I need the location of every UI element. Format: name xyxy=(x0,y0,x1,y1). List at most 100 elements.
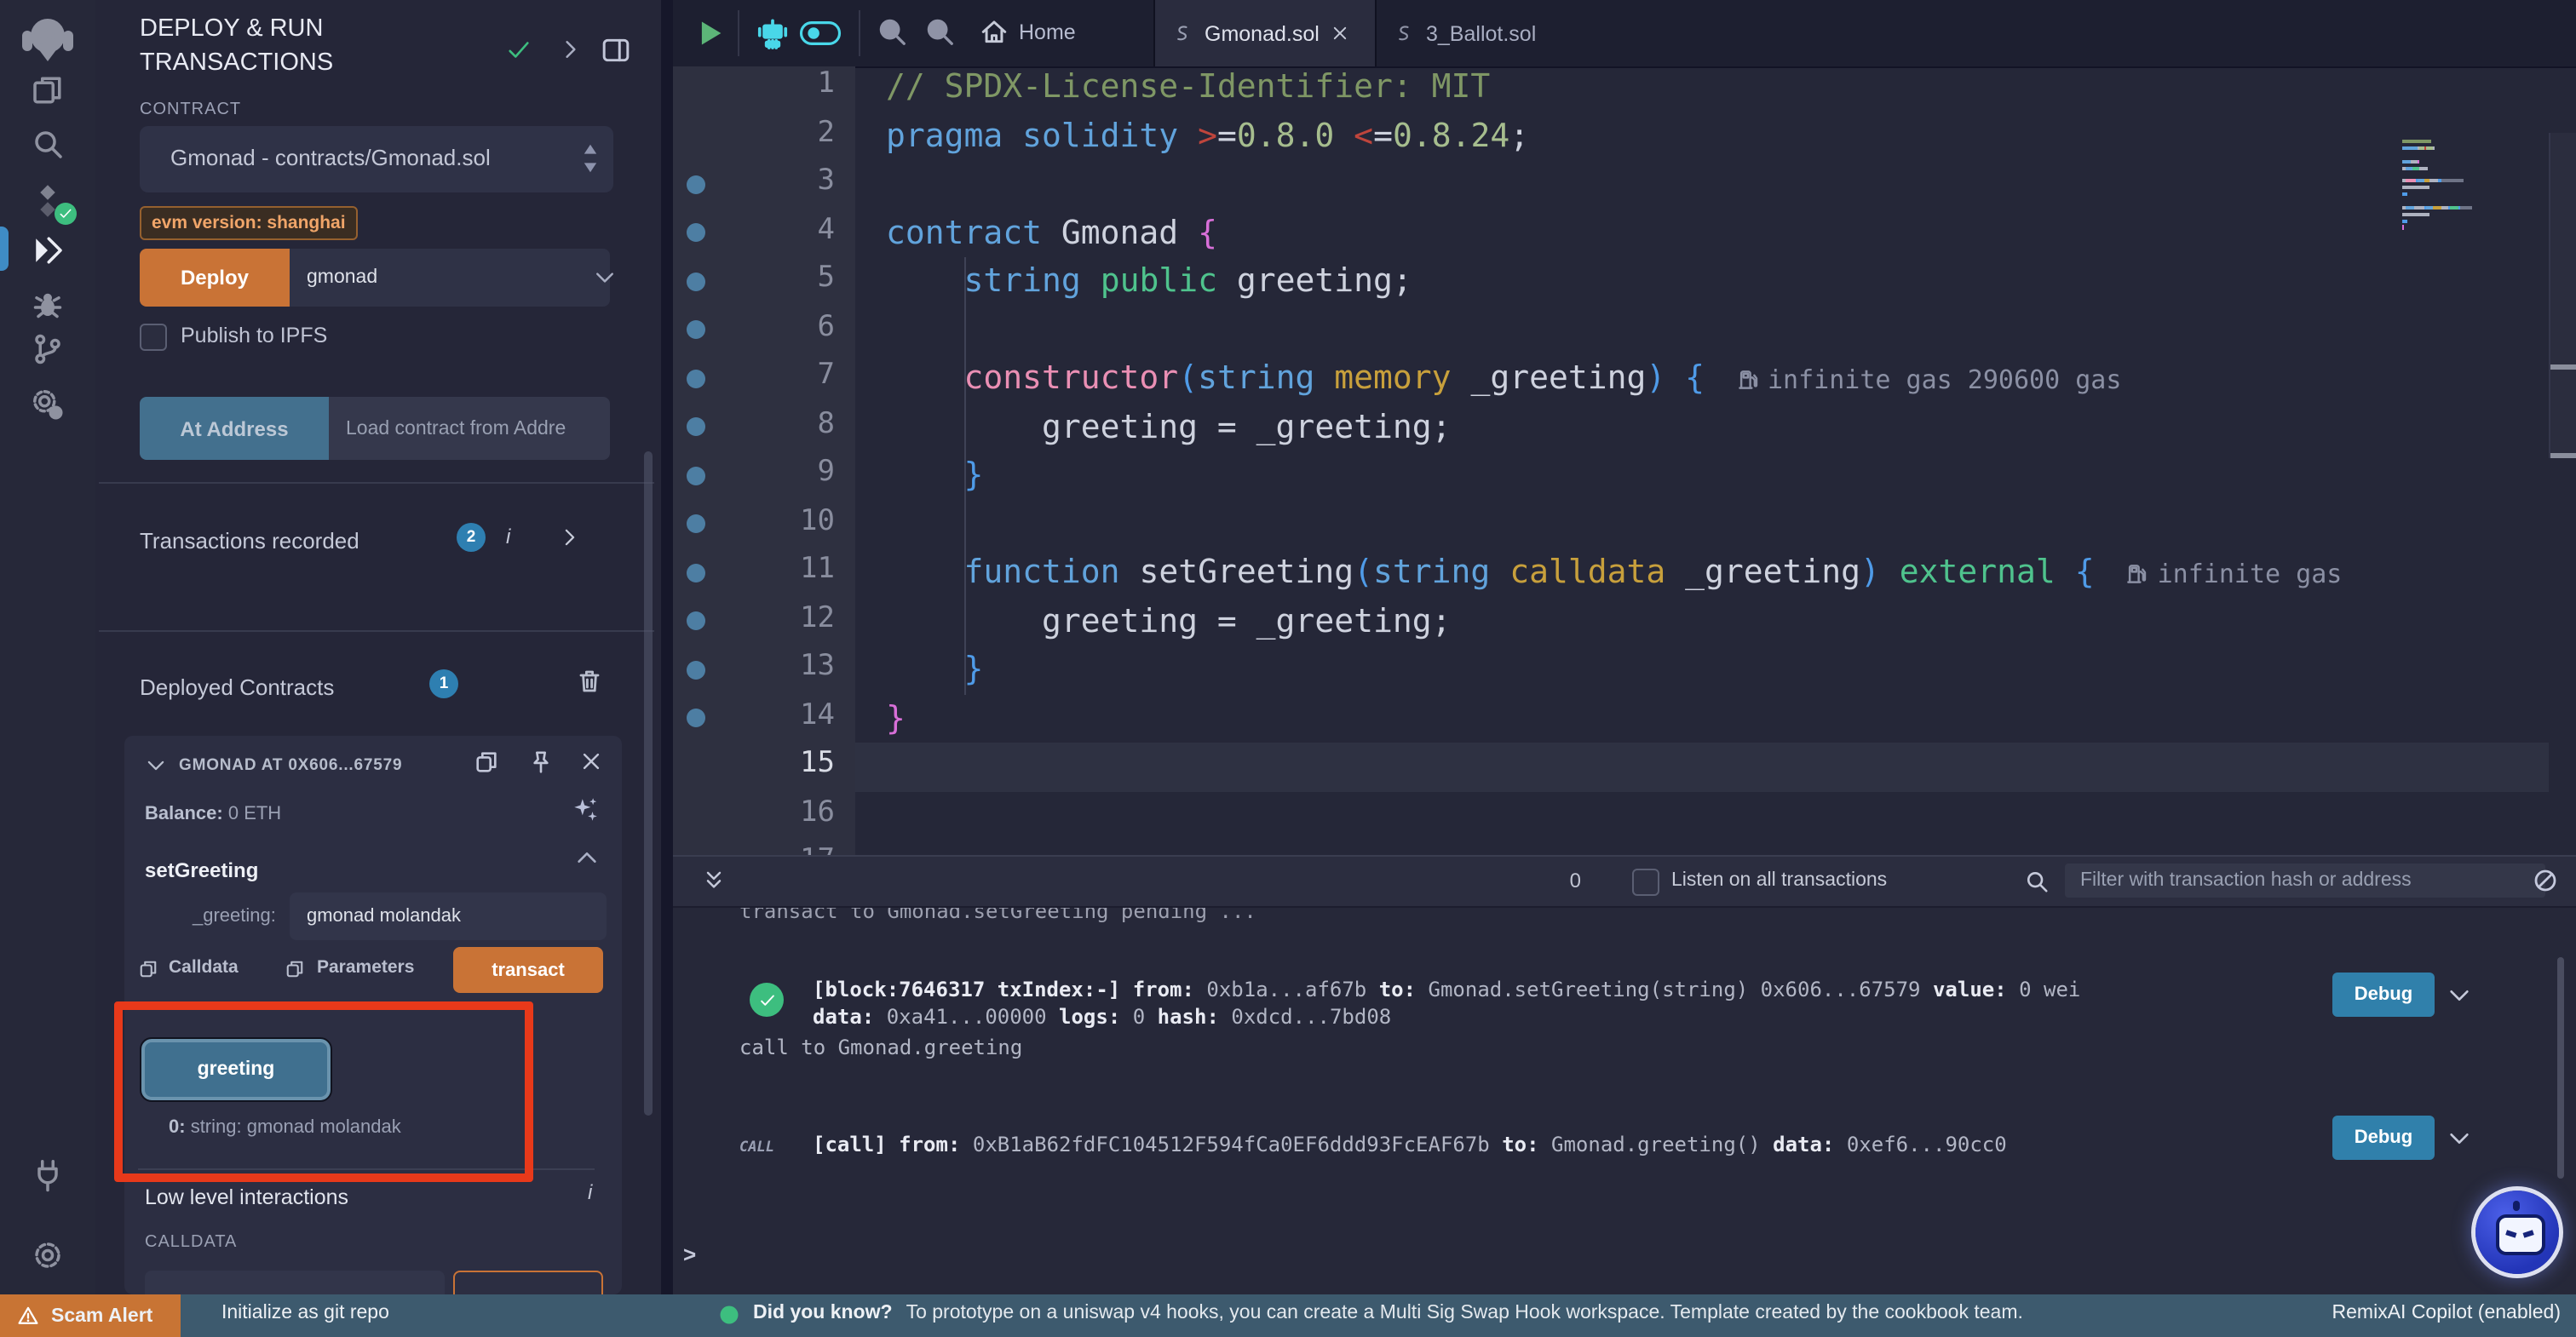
tab-gmonad-sol[interactable]: Gmonad.sol xyxy=(1153,0,1377,66)
tab-home[interactable]: Home xyxy=(1019,20,1076,44)
gutter-row[interactable]: 13 xyxy=(673,646,855,694)
code-line[interactable]: pragma solidity >=0.8.0 <=0.8.24; xyxy=(855,112,2549,160)
editor-minimap[interactable] xyxy=(2402,140,2545,252)
gutter-row[interactable]: 3 xyxy=(673,160,855,209)
copy-parameters-icon[interactable] xyxy=(285,959,305,979)
gutter-row[interactable]: 8 xyxy=(673,403,855,451)
code-line[interactable] xyxy=(855,160,2549,209)
zoom-in-icon[interactable] xyxy=(923,15,956,48)
home-icon[interactable] xyxy=(980,17,1009,46)
file-explorer-icon[interactable] xyxy=(31,73,65,107)
gutter-dot-icon[interactable] xyxy=(687,417,705,436)
low-level-transact-button[interactable] xyxy=(453,1271,603,1294)
gutter-row[interactable]: 5 xyxy=(673,257,855,306)
code-line[interactable]: string public greeting; xyxy=(855,257,2549,306)
close-instance-icon[interactable] xyxy=(579,749,603,773)
deploy-run-icon[interactable] xyxy=(31,233,65,267)
gutter-dot-icon[interactable] xyxy=(687,175,705,193)
code-editor[interactable]: 1234567891011121314151617 // SPDX-Licens… xyxy=(673,66,2576,855)
close-tab-icon[interactable] xyxy=(1331,24,1350,43)
search-icon[interactable] xyxy=(31,126,65,160)
scam-alert-button[interactable]: Scam Alert xyxy=(0,1294,181,1337)
code-line[interactable]: greeting = _greeting; xyxy=(855,403,2549,451)
deploy-constructor-input[interactable] xyxy=(290,249,610,307)
gutter-dot-icon[interactable] xyxy=(687,709,705,727)
copy-address-icon[interactable] xyxy=(474,749,499,775)
gutter-row[interactable]: 17 xyxy=(673,840,855,855)
settings-icon[interactable] xyxy=(31,1238,65,1272)
deploy-expand-icon[interactable] xyxy=(593,266,617,290)
panel-scrollbar[interactable] xyxy=(644,451,653,1116)
expand-log-icon[interactable] xyxy=(2447,983,2472,1008)
low-level-calldata-input[interactable] xyxy=(145,1271,445,1294)
gutter-row[interactable]: 2 xyxy=(673,112,855,160)
remix-logo-icon[interactable] xyxy=(20,12,75,66)
gutter-dot-icon[interactable] xyxy=(687,272,705,290)
info-icon[interactable]: i xyxy=(588,1180,592,1204)
gutter-row[interactable]: 9 xyxy=(673,451,855,500)
publish-ipfs-checkbox[interactable] xyxy=(140,324,167,351)
greeting-param-input[interactable] xyxy=(290,892,607,940)
code-line[interactable] xyxy=(855,306,2549,354)
pin-icon[interactable] xyxy=(528,749,554,775)
code-line[interactable]: function setGreeting(string calldata _gr… xyxy=(855,548,2549,597)
trash-icon[interactable] xyxy=(576,668,603,695)
debugger-icon[interactable] xyxy=(31,286,65,320)
debug-button[interactable]: Debug xyxy=(2332,1116,2435,1160)
ai-sparkle-icon[interactable] xyxy=(571,795,600,824)
code-line[interactable] xyxy=(855,840,2549,855)
clear-console-icon[interactable] xyxy=(2532,867,2559,894)
tx-log-line[interactable]: data: 0xa41...00000 logs: 0 hash: 0xdcd.… xyxy=(813,1005,1391,1030)
panel-editor-sash[interactable] xyxy=(661,0,673,1294)
run-script-icon[interactable] xyxy=(695,17,726,49)
copy-calldata-icon[interactable] xyxy=(138,959,158,979)
terminal-scrollbar[interactable] xyxy=(2557,957,2564,1179)
gutter-row[interactable]: 10 xyxy=(673,500,855,548)
tx-log-line[interactable]: [block:7646317 txIndex:-] from: 0xb1a...… xyxy=(813,978,2080,1003)
debug-button[interactable]: Debug xyxy=(2332,973,2435,1017)
code-line[interactable]: } xyxy=(855,646,2549,694)
gutter-row[interactable]: 16 xyxy=(673,791,855,840)
gutter-dot-icon[interactable] xyxy=(687,466,705,485)
at-address-button[interactable]: At Address xyxy=(140,397,329,460)
remixai-assistant-avatar[interactable] xyxy=(2475,1191,2559,1274)
gutter-row[interactable]: 14 xyxy=(673,694,855,743)
gutter-row[interactable]: 11 xyxy=(673,548,855,597)
gutter-row[interactable]: 1 xyxy=(673,63,855,112)
gutter-row[interactable]: 7 xyxy=(673,354,855,403)
gutter-dot-icon[interactable] xyxy=(687,611,705,630)
panel-forward-icon[interactable] xyxy=(559,37,583,61)
gutter-dot-icon[interactable] xyxy=(687,369,705,387)
terminal-search-icon[interactable] xyxy=(2024,869,2050,894)
copilot-status[interactable]: RemixAI Copilot (enabled) xyxy=(2332,1303,2561,1323)
contract-select[interactable]: Gmonad - contracts/Gmonad.sol xyxy=(140,126,613,192)
editor-overview-ruler[interactable] xyxy=(2549,133,2576,458)
code-line[interactable] xyxy=(855,743,2549,791)
tx-log-line[interactable]: [call] from: 0xB1aB62fdFC104512F594fCa0E… xyxy=(813,1133,2007,1158)
plugin-runner-icon[interactable] xyxy=(31,387,65,421)
ai-robot-icon[interactable] xyxy=(755,15,791,51)
code-line[interactable]: } xyxy=(855,451,2549,500)
gutter-row[interactable]: 4 xyxy=(673,209,855,257)
greeting-getter-button[interactable]: greeting xyxy=(140,1037,332,1102)
gutter-dot-icon[interactable] xyxy=(687,563,705,582)
gutter-row[interactable]: 15 xyxy=(673,743,855,791)
gutter-dot-icon[interactable] xyxy=(687,223,705,242)
info-icon[interactable]: i xyxy=(506,525,510,548)
terminal-filter-input[interactable] xyxy=(2065,864,2545,898)
zoom-out-icon[interactable] xyxy=(876,15,908,48)
at-address-input[interactable] xyxy=(329,397,610,460)
gutter-row[interactable]: 12 xyxy=(673,597,855,646)
gutter-dot-icon[interactable] xyxy=(687,660,705,679)
terminal-prompt[interactable]: > xyxy=(683,1242,696,1267)
instance-collapse-icon[interactable] xyxy=(145,755,167,777)
code-line[interactable] xyxy=(855,791,2549,840)
transactions-expand-icon[interactable] xyxy=(559,526,581,548)
tab-ballot-sol[interactable]: 3_Ballot.sol xyxy=(1377,0,1593,66)
code-line[interactable]: greeting = _greeting; xyxy=(855,597,2549,646)
deploy-button[interactable]: Deploy xyxy=(140,249,290,307)
git-icon[interactable] xyxy=(31,332,65,366)
calldata-button[interactable]: Calldata xyxy=(169,957,239,978)
gutter-dot-icon[interactable] xyxy=(687,514,705,533)
listen-checkbox[interactable] xyxy=(1632,869,1659,896)
